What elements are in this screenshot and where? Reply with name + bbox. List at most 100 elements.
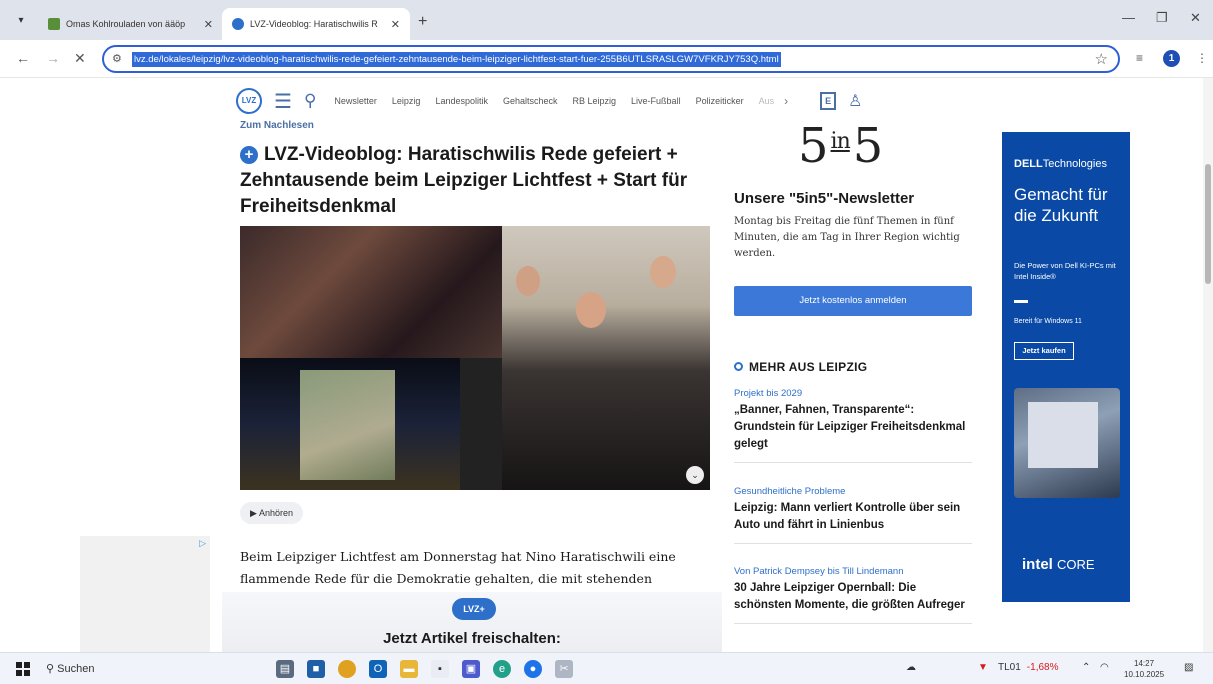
newsletter-text: Montag bis Freitag die fünf Themen in fü… xyxy=(734,216,960,259)
nav-item-gehaltscheck[interactable]: Gehaltscheck xyxy=(503,96,558,106)
notification-icon[interactable]: ▨ xyxy=(1184,662,1193,673)
tab-favicon xyxy=(232,18,244,30)
search-icon: ⚲ xyxy=(46,663,58,675)
stock-ticker[interactable]: TL01 -1,68% xyxy=(998,662,1058,673)
exhibit-panel xyxy=(300,370,395,480)
article-kicker: Zum Nachlesen xyxy=(240,120,314,131)
file-explorer-icon[interactable]: ▬ xyxy=(400,660,418,678)
paywall-box: LVZ+ Jetzt Artikel freischalten: xyxy=(222,592,722,652)
nav-item-aus[interactable]: Aus xyxy=(759,96,775,106)
teaser-item[interactable]: Projekt bis 2029 „Banner, Fahnen, Transp… xyxy=(734,388,972,463)
article-photo-collage[interactable]: ⌄ xyxy=(240,226,710,490)
more-from-leipzig-heading: MEHR AUS LEIPZIG xyxy=(734,360,867,374)
teaser-title[interactable]: 30 Jahre Leipziger Opernball: Die schöns… xyxy=(734,580,972,614)
lvz-logo[interactable]: LVZ xyxy=(236,88,262,114)
hamburger-menu-icon[interactable]: ☰ xyxy=(274,89,292,114)
firefox-icon[interactable]: ● xyxy=(524,660,542,678)
weather-icon[interactable]: ☁ xyxy=(906,662,916,673)
article-headline: + LVZ-Videoblog: Haratischwilis Rede gefe… xyxy=(240,142,710,220)
teams-icon[interactable]: ▣ xyxy=(462,660,480,678)
teaser-item[interactable]: Gesundheitliche Probleme Leipzig: Mann v… xyxy=(734,486,972,544)
browser-tabstrip: ▾ Omas Kohlrouladen von ääöp ✕ LVZ-Video… xyxy=(0,0,1213,40)
ad-buy-button[interactable]: Jetzt kaufen xyxy=(1014,342,1074,360)
address-bar[interactable]: ⚙ lvz.de/lokales/leipzig/lvz-videoblog-h… xyxy=(102,45,1120,73)
nav-item-newsletter[interactable]: Newsletter xyxy=(334,96,377,106)
ad-claim: Gemacht für die Zukunft xyxy=(1014,185,1108,225)
windows-start-icon[interactable] xyxy=(16,662,30,676)
lvz-plus-logo: LVZ+ xyxy=(452,598,496,620)
clock[interactable]: 14:27 10.10.2025 xyxy=(1124,658,1164,680)
teaser-title[interactable]: „Banner, Fahnen, Transparente“: Grundste… xyxy=(734,402,972,453)
tab-favicon xyxy=(48,18,60,30)
laptop-image xyxy=(1014,388,1120,498)
intel-core-logo: intel CORE xyxy=(1022,556,1095,573)
site-info-icon[interactable]: ⚙ xyxy=(112,52,122,65)
bookmark-star-icon[interactable]: ☆ xyxy=(1095,50,1108,68)
account-icon[interactable]: ♙ xyxy=(848,91,862,111)
site-navigation: LVZ ☰ ⚲ Newsletter Leipzig Landespolitik… xyxy=(236,86,976,116)
photo-crowd-candles xyxy=(240,226,502,358)
divider xyxy=(734,543,972,544)
notepad-icon[interactable]: ▪ xyxy=(431,660,449,678)
taskbar-apps: ▤ ■ O ▬ ▪ ▣ e ● ✂ xyxy=(276,660,573,678)
listen-label: Anhören xyxy=(258,508,293,518)
adchoices-icon[interactable]: ▷ xyxy=(199,538,206,549)
chevron-right-icon[interactable]: › xyxy=(784,94,788,108)
dell-ad-banner[interactable]: DELLTechnologies Gemacht für die Zukunft… xyxy=(1002,132,1130,602)
teaser-kicker: Projekt bis 2029 xyxy=(734,388,803,399)
back-arrow-icon[interactable]: ← xyxy=(16,50,30,66)
nav-item-landespolitik[interactable]: Landespolitik xyxy=(435,96,488,106)
teaser-title[interactable]: Leipzig: Mann verliert Kontrolle über se… xyxy=(734,500,972,534)
photo-church-applause xyxy=(502,226,710,490)
tray-chevron-icon[interactable]: ⌃ xyxy=(1082,662,1090,673)
page-scrollbar[interactable] xyxy=(1203,78,1213,652)
nav-item-rb-leipzig[interactable]: RB Leipzig xyxy=(573,96,617,106)
tab-lvz-videoblog[interactable]: LVZ-Videoblog: Haratischwilis R ✕ xyxy=(222,8,410,40)
divider xyxy=(734,623,972,624)
close-window-icon[interactable]: ✕ xyxy=(1190,10,1201,26)
minimize-icon[interactable]: — xyxy=(1122,10,1135,25)
close-icon[interactable]: ✕ xyxy=(391,18,400,31)
store-icon[interactable]: ■ xyxy=(307,660,325,678)
article-lede: Beim Leipziger Lichtfest am Donnerstag h… xyxy=(240,549,676,586)
forward-arrow-icon[interactable]: → xyxy=(46,50,60,66)
expand-chevron-icon[interactable]: ⌄ xyxy=(686,466,704,484)
nav-item-polizeiticker[interactable]: Polizeiticker xyxy=(696,96,744,106)
snipping-tool-icon[interactable]: ✂ xyxy=(555,660,573,678)
tab-search-menu-button[interactable]: ▾ xyxy=(10,12,32,30)
wifi-icon[interactable]: ◠ xyxy=(1100,662,1109,673)
left-ad-banner[interactable]: ▷ xyxy=(80,536,210,652)
article: Zum Nachlesen + LVZ-Videoblog: Haratischw… xyxy=(222,118,722,652)
chrome-icon[interactable] xyxy=(338,660,356,678)
nav-items: Newsletter Leipzig Landespolitik Gehalts… xyxy=(334,96,774,106)
outlook-icon[interactable]: O xyxy=(369,660,387,678)
epaper-icon[interactable]: E xyxy=(820,92,837,110)
nav-item-leipzig[interactable]: Leipzig xyxy=(392,96,421,106)
scrollbar-thumb[interactable] xyxy=(1205,164,1211,284)
newsletter-title: Unsere "5in5"-Newsletter xyxy=(734,190,915,207)
newsletter-signup-button[interactable]: Jetzt kostenlos anmelden xyxy=(734,286,972,316)
maximize-icon[interactable]: ❐ xyxy=(1156,10,1168,26)
ad-divider xyxy=(1014,300,1028,303)
task-view-icon[interactable]: ▤ xyxy=(276,660,294,678)
play-icon: ▶︎ xyxy=(250,508,259,518)
listen-button[interactable]: ▶︎ Anhören xyxy=(240,502,303,524)
teaser-item[interactable]: Von Patrick Dempsey bis Till Lindemann 3… xyxy=(734,566,972,624)
person-face xyxy=(576,292,606,328)
new-tab-button[interactable]: + xyxy=(418,13,427,31)
divider xyxy=(734,462,972,463)
stop-icon[interactable]: ✕ xyxy=(74,50,86,67)
nav-item-live-fussball[interactable]: Live-Fußball xyxy=(631,96,681,106)
url-text[interactable]: lvz.de/lokales/leipzig/lvz-videoblog-har… xyxy=(132,52,781,67)
teaser-kicker: Gesundheitliche Probleme xyxy=(734,486,846,497)
taskbar-search[interactable]: ⚲ Suchen xyxy=(46,662,94,675)
tab-omas-kohlrouladen[interactable]: Omas Kohlrouladen von ääöp ✕ xyxy=(38,8,223,40)
web-page: LVZ ☰ ⚲ Newsletter Leipzig Landespolitik… xyxy=(0,78,1213,652)
search-icon[interactable]: ⚲ xyxy=(304,91,316,111)
profile-avatar[interactable]: 1 xyxy=(1163,50,1180,67)
plus-icon: + xyxy=(240,146,258,164)
edge-icon[interactable]: e xyxy=(493,660,511,678)
close-icon[interactable]: ✕ xyxy=(204,18,213,31)
reading-list-icon[interactable]: ≡ xyxy=(1136,51,1143,65)
menu-dots-icon[interactable]: ⋮ xyxy=(1196,51,1208,65)
